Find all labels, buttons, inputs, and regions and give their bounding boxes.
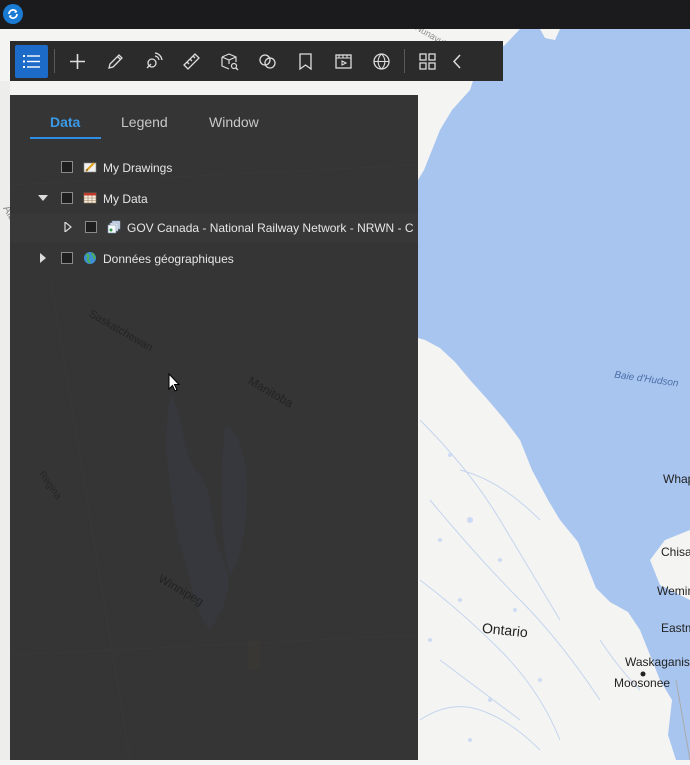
map-label-eastm: Eastm: [661, 621, 690, 635]
toolbar-separator: [54, 49, 55, 73]
my-data-label: My Data: [103, 192, 148, 206]
app-logo-icon[interactable]: [3, 4, 23, 24]
active-tab-indicator: [30, 137, 101, 139]
tab-window[interactable]: Window: [209, 114, 259, 130]
caret-right-icon[interactable]: [38, 253, 48, 263]
map-toolbar: [10, 41, 503, 81]
tree-item-railway-layer[interactable]: GOV Canada - National Railway Network - …: [10, 213, 418, 243]
collapse-toolbar-button[interactable]: [446, 45, 468, 78]
measure-button[interactable]: [175, 45, 208, 78]
layer-list-button[interactable]: [15, 44, 48, 78]
globe-button[interactable]: [365, 45, 398, 78]
bookmark-icon: [299, 52, 312, 70]
my-drawings-label: My Drawings: [103, 161, 173, 175]
bookmark-button[interactable]: [289, 45, 322, 78]
donnees-geographiques-checkbox[interactable]: [61, 252, 73, 264]
chevron-left-icon: [452, 53, 461, 69]
toolbar-separator: [404, 49, 405, 73]
tree-item-donnees-geographiques[interactable]: Données géographiques: [10, 244, 418, 274]
map-label-chisa: Chisa: [661, 545, 690, 559]
tab-data[interactable]: Data: [50, 114, 80, 130]
drawing-icon: [83, 162, 97, 173]
grid-icon: [419, 52, 436, 70]
tab-legend[interactable]: Legend: [121, 114, 168, 130]
overlap-circles-icon: [259, 53, 276, 69]
donnees-geographiques-label: Données géographiques: [103, 252, 234, 266]
railway-layer-checkbox[interactable]: [85, 221, 97, 233]
3d-search-button[interactable]: [213, 45, 246, 78]
map-label-waskaganish: Waskaganis: [625, 655, 690, 669]
layers-panel: Saskatchewan Manitoba Winnipeg Regina Da…: [10, 95, 418, 760]
caret-right-icon[interactable]: [63, 222, 73, 232]
table-data-icon: [83, 192, 97, 204]
mouse-cursor-icon: [168, 373, 181, 392]
video-button[interactable]: [327, 45, 360, 78]
panel-tabs: Data Legend Window: [10, 95, 418, 139]
my-drawings-checkbox[interactable]: [61, 161, 73, 173]
layer-list-icon: [23, 54, 40, 68]
map-label-wemin: Wemin: [657, 584, 690, 598]
tree-item-my-drawings[interactable]: My Drawings: [10, 153, 418, 183]
map-label-whap: Whap: [663, 472, 690, 486]
apps-button[interactable]: [411, 45, 444, 78]
pencil-icon: [108, 53, 123, 69]
feature-layer-icon: [107, 220, 121, 234]
tree-item-my-data[interactable]: My Data: [10, 184, 418, 214]
overlay-analysis-button[interactable]: [251, 45, 284, 78]
draw-button[interactable]: [99, 45, 132, 78]
satellite-button[interactable]: [137, 45, 170, 78]
top-bar: [0, 0, 690, 29]
my-data-checkbox[interactable]: [61, 192, 73, 204]
ruler-icon: [183, 52, 200, 70]
video-icon: [335, 53, 352, 69]
globe-icon: [84, 252, 96, 264]
railway-layer-label: GOV Canada - National Railway Network - …: [127, 221, 414, 235]
plus-icon: [70, 53, 85, 69]
3d-box-search-icon: [221, 52, 239, 70]
satellite-icon: [146, 51, 163, 68]
map-label-moosonee: Moosonee: [614, 676, 671, 690]
caret-down-icon[interactable]: [38, 193, 48, 203]
globe-icon: [373, 52, 390, 70]
add-button[interactable]: [61, 45, 94, 78]
